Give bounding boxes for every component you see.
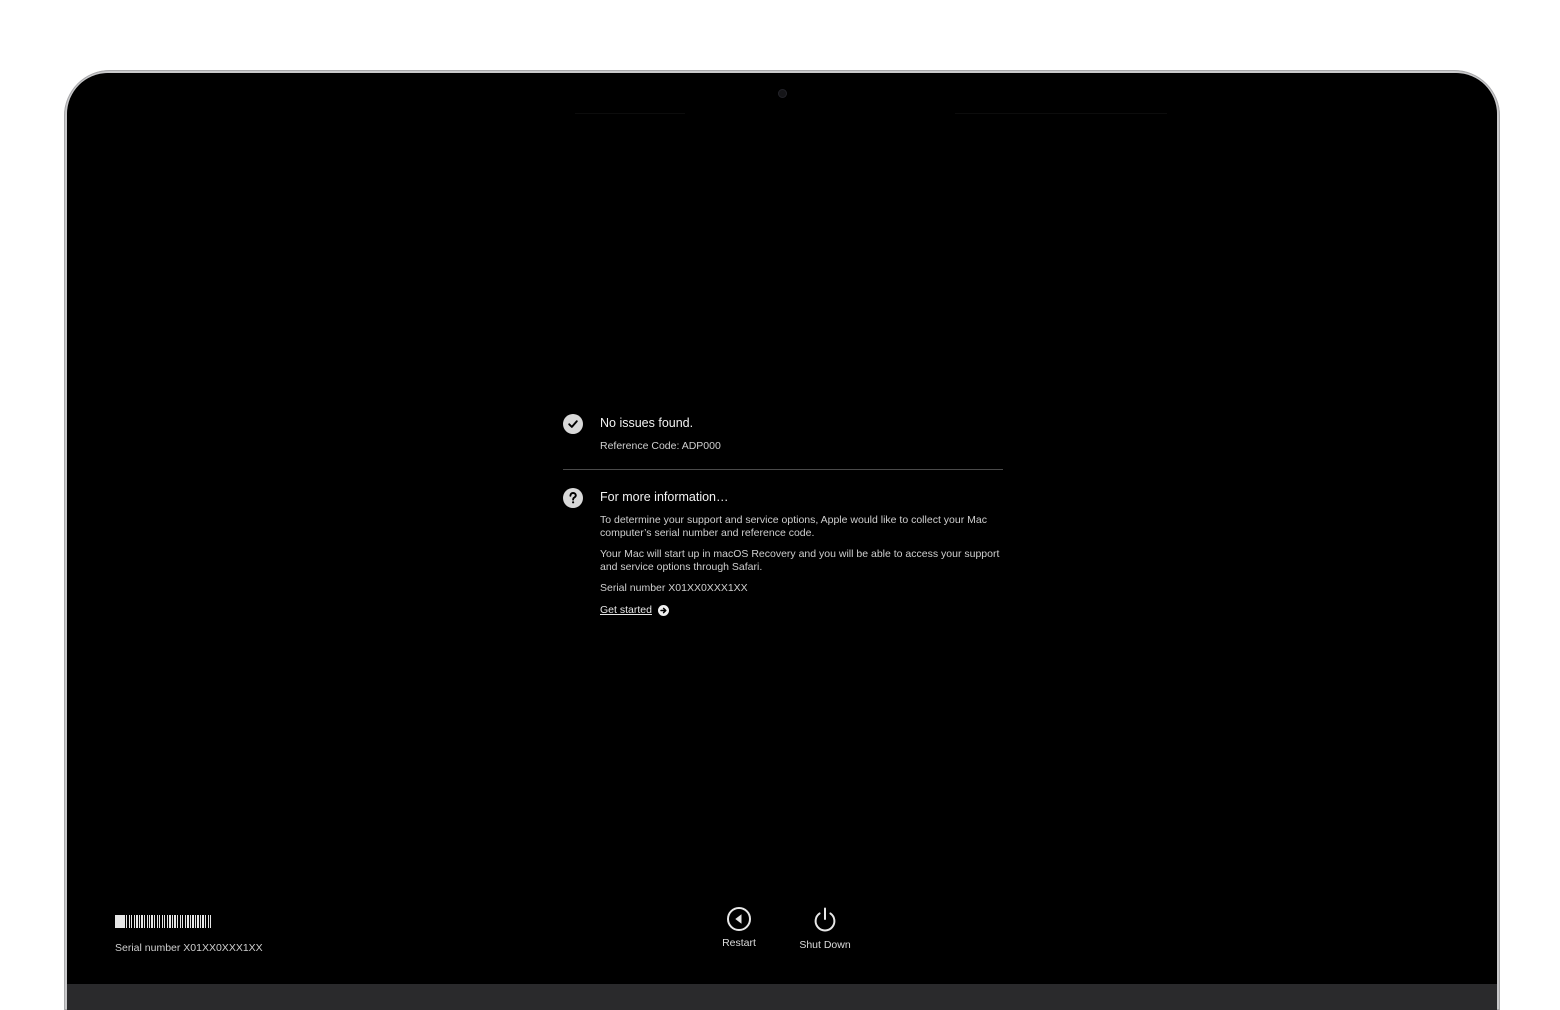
question-circle-icon: [563, 488, 583, 508]
power-icon[interactable]: [811, 906, 839, 934]
reference-code: Reference Code: ADP000: [600, 440, 721, 452]
checkmark-circle-icon: [563, 414, 583, 434]
restart-label[interactable]: Restart: [722, 937, 756, 949]
bezel-shade-right: [955, 113, 1167, 114]
arrow-right-circle-icon[interactable]: [657, 604, 669, 616]
result-section: No issues found. Reference Code: ADP000: [563, 413, 1003, 453]
get-started-label[interactable]: Get started: [600, 604, 652, 616]
shutdown-label[interactable]: Shut Down: [799, 939, 850, 951]
barcode-bar: [115, 915, 125, 928]
bezel-shade-left: [575, 113, 685, 114]
info-serial-number: Serial number X01XX0XXX1XX: [600, 582, 748, 594]
diagnostics-panel: No issues found. Reference Code: ADP000 …: [563, 413, 1003, 618]
camera-icon: [778, 89, 787, 98]
info-section: For more information… To determine your …: [563, 487, 1003, 618]
info-title: For more information…: [600, 490, 729, 504]
get-started-link[interactable]: Get started: [600, 604, 669, 616]
screen: No issues found. Reference Code: ADP000 …: [67, 73, 1497, 984]
barcode-bar: [211, 915, 223, 928]
info-paragraph-2: Your Mac will start up in macOS Recovery…: [600, 548, 1000, 573]
serial-barcode: [115, 915, 275, 928]
restart-icon[interactable]: [726, 906, 752, 932]
footer-serial-number: Serial number X01XX0XXX1XX: [115, 942, 263, 954]
divider: [563, 469, 1003, 470]
restart-button[interactable]: Restart: [707, 906, 771, 949]
shutdown-button[interactable]: Shut Down: [789, 906, 861, 951]
info-paragraph-1: To determine your support and service op…: [600, 514, 987, 539]
result-title: No issues found.: [600, 416, 694, 430]
